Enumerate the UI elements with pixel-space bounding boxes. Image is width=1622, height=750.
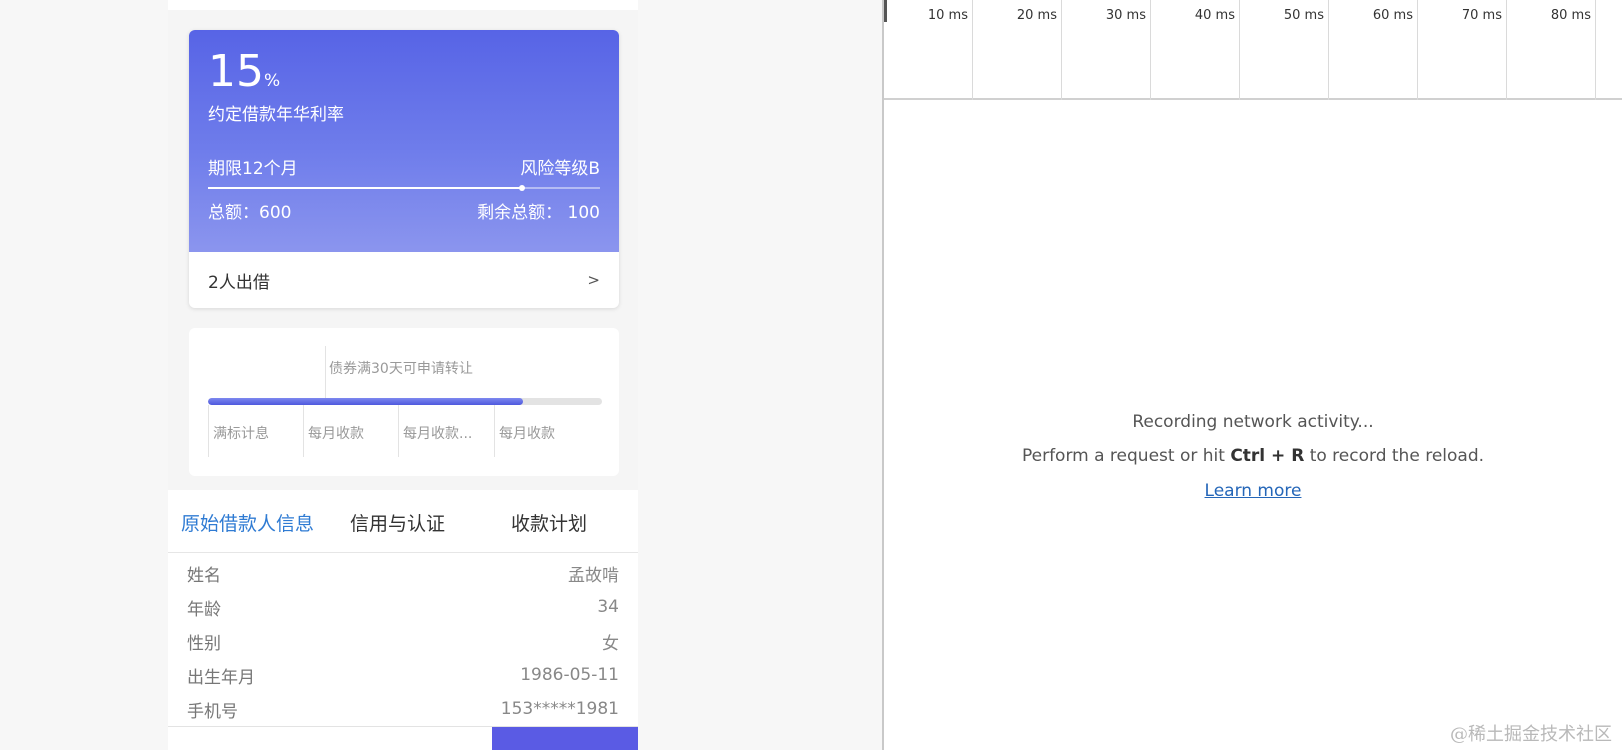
investors-row[interactable]: 2人出借 > [189,252,619,308]
timeline-step: 每月收款... [398,405,472,457]
loan-term: 期限12个月 [208,159,298,179]
info-label: 性别 [187,633,221,654]
timeline-progress-fill [208,398,524,405]
rate-value: 15 [208,46,264,97]
time-tick: 70 ms [1418,0,1507,100]
tick-label: 10 ms [927,8,968,23]
reload-hint: Perform a request or hit Ctrl + R to rec… [884,446,1622,466]
risk-level: 风险等级B [520,159,600,179]
repayment-timeline-card: 债券满30天可申请转让 满标计息 每月收款 每月收款... 每月收款 [189,328,619,476]
tick-label: 40 ms [1194,8,1235,23]
tick-label: 30 ms [1105,8,1146,23]
info-row-birth: 出生年月 1986-05-11 [187,658,619,692]
info-row-name: 姓名 孟故啃 [187,556,619,590]
info-label: 出生年月 [187,667,255,688]
borrower-detail: 原始借款人信息 信用与认证 收款计划 姓名 孟故啃 年龄 34 性别 女 出生年… [168,490,638,750]
time-tick: 40 ms [1151,0,1240,100]
time-tick: 80 ms [1507,0,1596,100]
time-tick: 50 ms [1240,0,1329,100]
info-value: 女 [602,633,619,654]
tick-label: 80 ms [1550,8,1591,23]
tab-credit[interactable]: 信用与认证 [350,509,445,536]
network-panel: 10 ms 20 ms 30 ms 40 ms 50 ms 60 ms 70 m… [884,0,1622,750]
tab-borrower-info[interactable]: 原始借款人信息 [181,509,314,536]
tick-label: 20 ms [1016,8,1057,23]
time-tick: 30 ms [1062,0,1151,100]
funding-progress-fill [208,187,522,189]
info-row-gender: 性别 女 [187,624,619,658]
time-tick: 10 ms [884,0,973,100]
tick-label: 50 ms [1283,8,1324,23]
info-value: 孟故啃 [568,565,619,586]
shortcut-keys: Ctrl + R [1230,446,1305,466]
watermark: @稀土掘金技术社区 [1450,724,1612,745]
info-row-age: 年龄 34 [187,590,619,624]
info-value: 1986-05-11 [520,665,619,685]
tab-repayment-plan[interactable]: 收款计划 [511,509,587,536]
timeline-step: 满标计息 [208,405,269,457]
recording-status: Recording network activity... [1132,412,1374,432]
remaining-amount: 剩余总额： 100 [477,203,600,223]
info-label: 姓名 [187,565,221,586]
learn-more-link[interactable]: Learn more [1205,481,1302,501]
bottom-action-bar [168,726,638,750]
funding-progress-dot [518,185,525,191]
tick-label: 60 ms [1372,8,1413,23]
info-label: 年龄 [187,599,221,620]
hint-text: to record the reload. [1304,446,1485,466]
info-value: 153*****1981 [500,699,619,719]
detail-tabs: 原始借款人信息 信用与认证 收款计划 [168,490,638,553]
transfer-marker-line [325,346,326,398]
timeline-step: 每月收款 [494,405,555,457]
chevron-right-icon: > [587,271,600,289]
transfer-note: 债券满30天可申请转让 [329,361,473,377]
time-tick: 20 ms [973,0,1062,100]
loan-hero: 15% 约定借款年华利率 期限12个月 风险等级B 总额：600 剩余总额： 1… [189,30,619,252]
rate-unit: % [264,71,281,91]
top-strip [168,0,638,10]
loan-summary-card: 15% 约定借款年华利率 期限12个月 风险等级B 总额：600 剩余总额： 1… [189,30,619,308]
network-overview: 10 ms 20 ms 30 ms 40 ms 50 ms 60 ms 70 m… [884,0,1622,100]
total-amount: 总额：600 [208,203,292,223]
timeline-step: 每月收款 [303,405,364,457]
rate-label: 约定借款年华利率 [208,105,344,125]
timeline-progress-bar [208,398,602,405]
info-value: 34 [597,597,619,617]
investors-count: 2人出借 [208,272,270,293]
info-row-phone: 手机号 153*****1981 [187,692,619,726]
invest-button[interactable] [492,727,638,750]
tick-label: 70 ms [1461,8,1502,23]
funding-progress-bar [208,185,600,191]
time-tick: 60 ms [1329,0,1418,100]
loan-detail-app: 15% 约定借款年华利率 期限12个月 风险等级B 总额：600 剩余总额： 1… [168,0,638,750]
hint-text: Perform a request or hit [1021,446,1231,466]
info-label: 手机号 [187,701,238,722]
timeline-steps: 满标计息 每月收款 每月收款... 每月收款 [208,405,602,457]
learn-more-row: Learn more [884,481,1622,501]
